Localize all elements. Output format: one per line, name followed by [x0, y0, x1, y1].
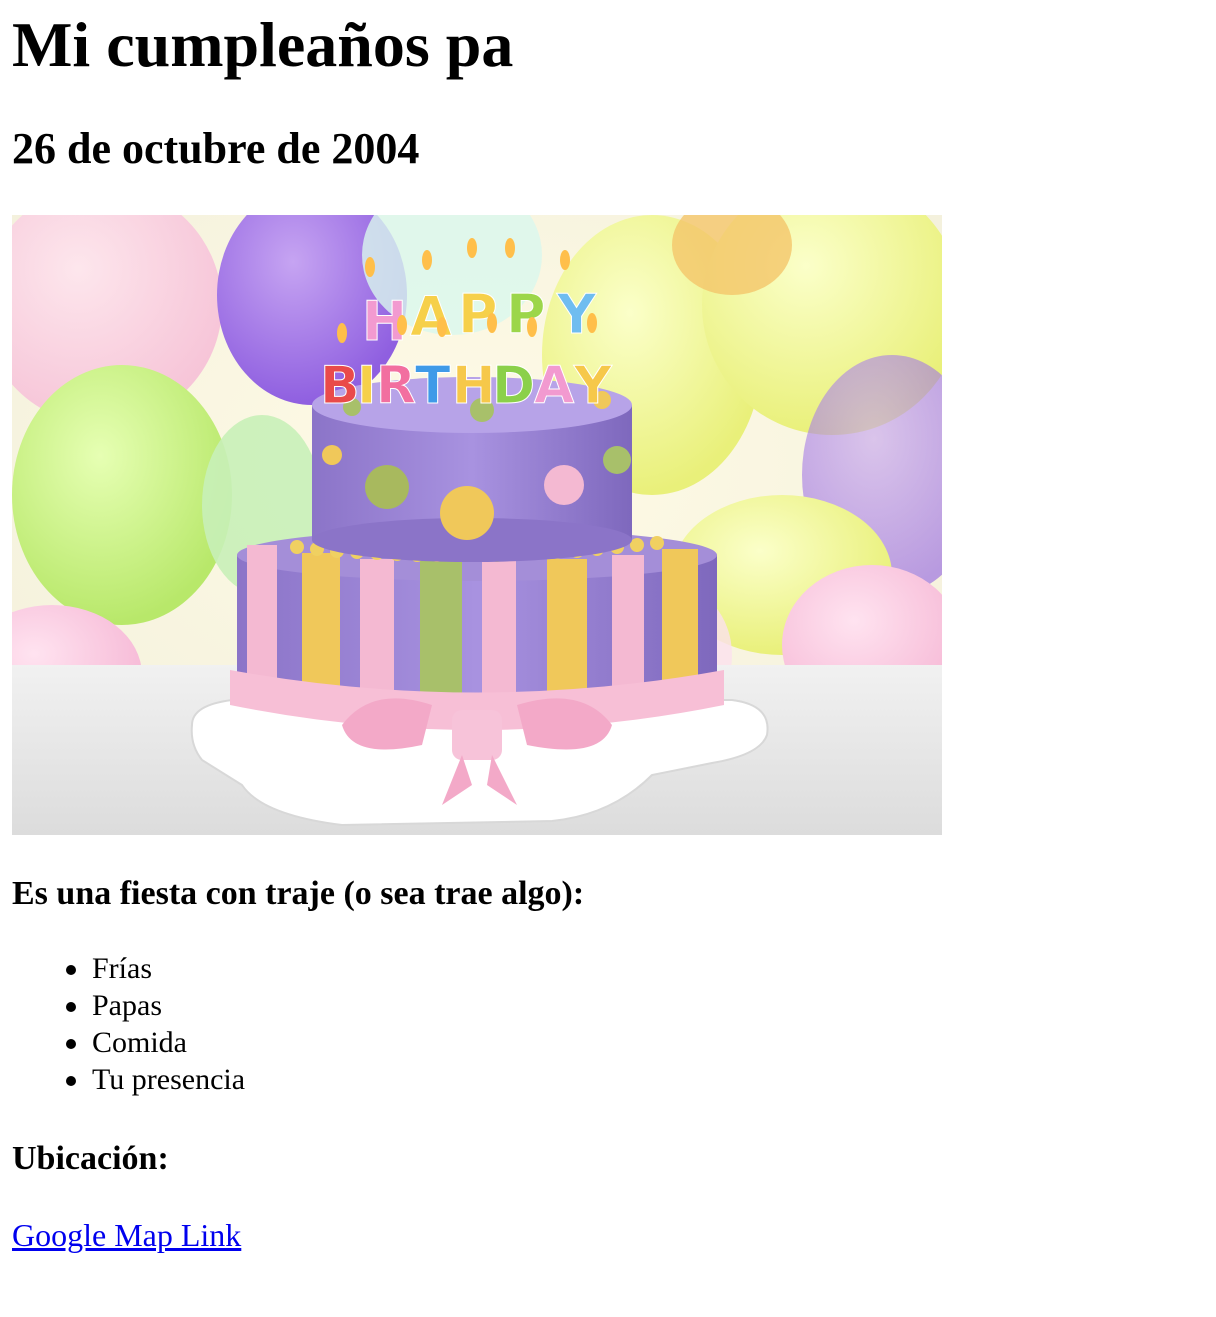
list-item-text: Tu presencia — [92, 1063, 246, 1096]
svg-text:R: R — [376, 356, 416, 416]
list-item: Tu presencia — [66, 1061, 246, 1098]
bring-heading: Es una fiesta con traje (o sea trae algo… — [12, 875, 585, 912]
svg-text:D: D — [492, 356, 535, 416]
svg-text:I: I — [357, 356, 376, 416]
bring-list: Frías Papas Comida Tu presencia — [12, 950, 245, 1098]
bullet-icon — [66, 1076, 76, 1086]
bullet-icon — [66, 965, 76, 975]
birthday-cake-image: H A P P Y B I R T H D A Y — [12, 215, 942, 835]
location-heading: Ubicación: — [12, 1140, 169, 1177]
svg-text:H: H — [452, 356, 496, 416]
svg-text:A: A — [410, 285, 452, 348]
svg-text:B: B — [320, 356, 360, 416]
list-item-text: Frías — [92, 952, 152, 985]
list-item-text: Papas — [92, 989, 162, 1022]
svg-text:A: A — [534, 356, 574, 416]
list-item: Frías — [66, 950, 245, 987]
google-map-link[interactable]: Google Map Link — [12, 1217, 241, 1253]
list-item: Comida — [66, 1024, 245, 1061]
bullet-icon — [66, 1039, 76, 1049]
event-date: 26 de octubre de 2004 — [12, 124, 420, 173]
svg-text:T: T — [415, 356, 451, 416]
page-title: Mi cumpleaños pa — [12, 9, 514, 80]
bullet-icon — [66, 1002, 76, 1012]
list-item-text: Comida — [92, 1026, 187, 1059]
list-item: Papas — [66, 987, 245, 1024]
svg-text:Y: Y — [573, 356, 613, 416]
svg-text:P: P — [506, 283, 546, 346]
